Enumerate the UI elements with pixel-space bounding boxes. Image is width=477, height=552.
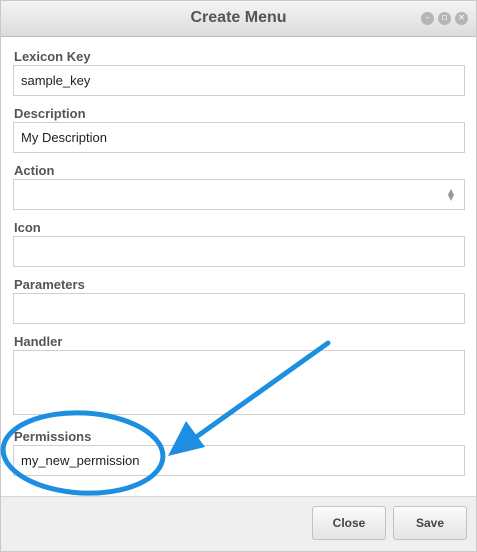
highlight-circle <box>0 410 166 496</box>
annotation-overlay <box>0 340 331 496</box>
arrow-head <box>168 421 205 456</box>
arrow-shaft <box>189 340 331 443</box>
